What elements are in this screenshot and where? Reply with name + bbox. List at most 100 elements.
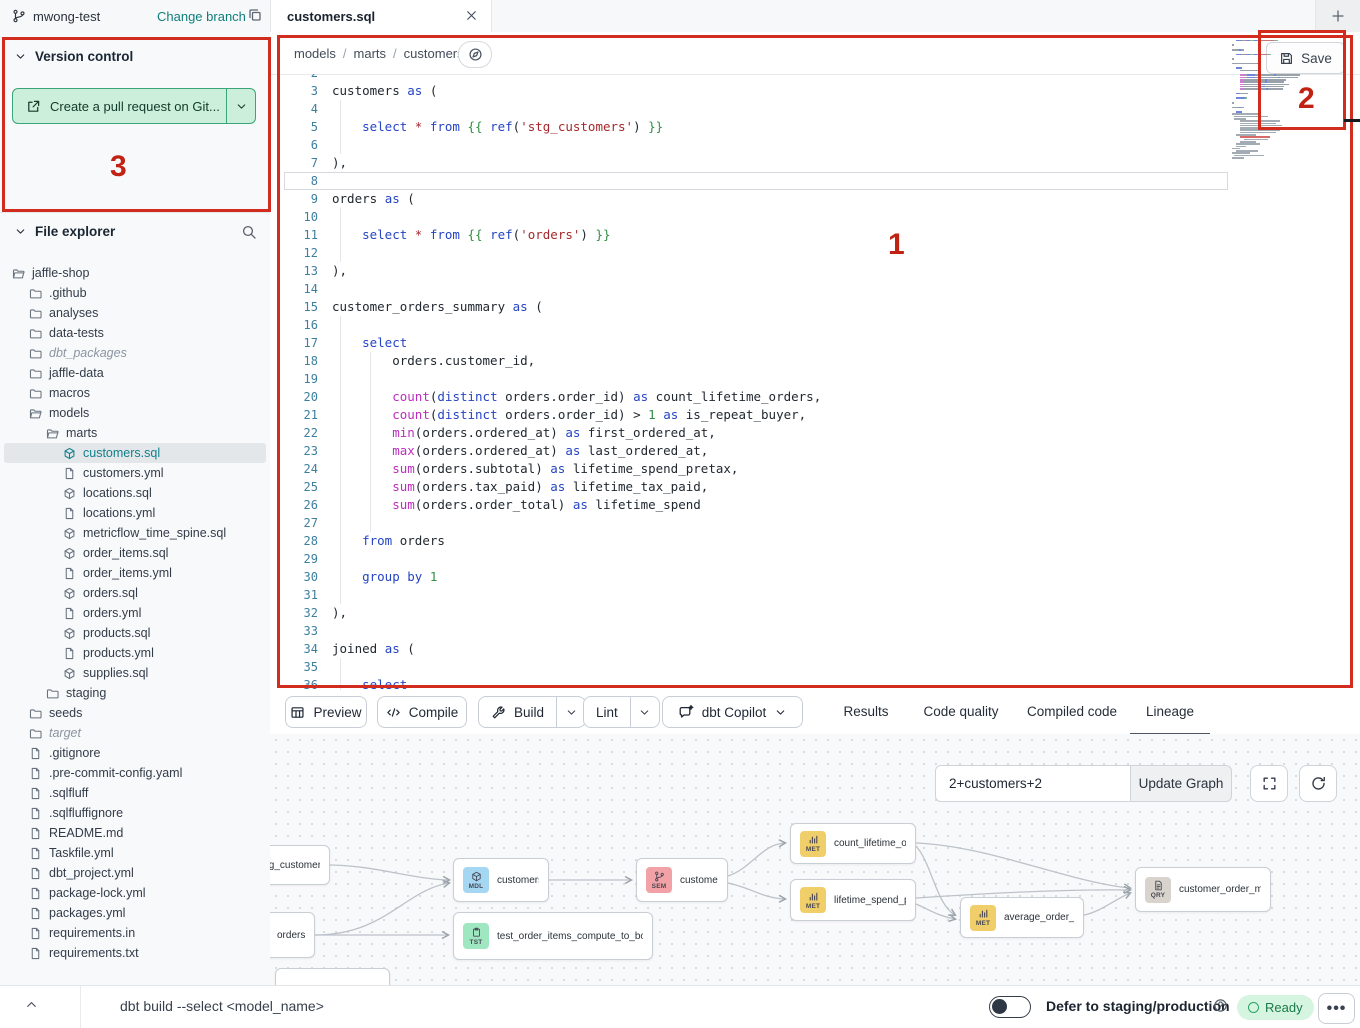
tree-item-locations.sql[interactable]: locations.sql [4,483,266,503]
code-line-5[interactable]: 5 select * from {{ ref('stg_customers') … [284,118,1228,136]
build-button[interactable]: Build [479,697,557,727]
graph-node-customers-semantic[interactable]: SEM customers [636,858,728,902]
tree-item-seeds[interactable]: seeds [4,703,266,723]
code-line-19[interactable]: 19 [284,370,1228,388]
graph-node-average-order-value[interactable]: MET average_order_value [960,897,1084,938]
tree-item-supplies.sql[interactable]: supplies.sql [4,663,266,683]
code-line-10[interactable]: 10 [284,208,1228,226]
tree-item-analyses[interactable]: analyses [4,303,266,323]
tree-item-.gitignore[interactable]: .gitignore [4,743,266,763]
help-icon[interactable] [1213,998,1228,1013]
graph-node-test-order-items[interactable]: TST test_order_items_compute_to_bools... [453,912,653,960]
code-line-25[interactable]: 25 sum(orders.tax_paid) as lifetime_tax_… [284,478,1228,496]
tree-item-locations.yml[interactable]: locations.yml [4,503,266,523]
create-pr-button[interactable]: Create a pull request on Git... [12,88,256,124]
update-graph-button[interactable]: Update Graph [1130,765,1232,802]
graph-node-lifetime-spend-pretax[interactable]: MET lifetime_spend_pretax [790,879,916,921]
tree-item-.github[interactable]: .github [4,283,266,303]
minimap[interactable] [1232,33,1332,160]
tree-item-orders.yml[interactable]: orders.yml [4,603,266,623]
code-line-14[interactable]: 14 [284,280,1228,298]
tree-item-.sqlfluffignore[interactable]: .sqlfluffignore [4,803,266,823]
code-line-15[interactable]: 15customer_orders_summary as ( [284,298,1228,316]
change-branch-link[interactable]: Change branch [157,0,246,32]
code-line-6[interactable]: 6 [284,136,1228,154]
code-line-16[interactable]: 16 [284,316,1228,334]
graph-node-orders[interactable]: orders [270,912,315,958]
code-line-35[interactable]: 35 [284,658,1228,676]
tree-item-jaffle-shop[interactable]: jaffle-shop [4,263,266,283]
code-editor[interactable]: 23customers as (45 select * from {{ ref(… [284,74,1228,690]
code-line-3[interactable]: 3customers as ( [284,82,1228,100]
tree-item-requirements.txt[interactable]: requirements.txt [4,943,266,963]
search-icon[interactable] [241,224,257,240]
lint-button[interactable]: Lint [584,697,631,727]
tree-item-requirements.in[interactable]: requirements.in [4,923,266,943]
tab-results[interactable]: Results [836,690,896,733]
tree-item-Taskfile.yml[interactable]: Taskfile.yml [4,843,266,863]
tree-item-products.yml[interactable]: products.yml [4,643,266,663]
model-health-button[interactable] [458,41,492,68]
tree-item-metricflow_time_spine.sql[interactable]: metricflow_time_spine.sql [4,523,266,543]
code-line-24[interactable]: 24 sum(orders.subtotal) as lifetime_spen… [284,460,1228,478]
code-line-31[interactable]: 31 [284,586,1228,604]
code-line-2[interactable]: 2 [284,74,1228,82]
code-line-29[interactable]: 29 [284,550,1228,568]
tree-item-order_items.sql[interactable]: order_items.sql [4,543,266,563]
code-line-4[interactable]: 4 [284,100,1228,118]
tree-item-packages.yml[interactable]: packages.yml [4,903,266,923]
code-line-20[interactable]: 20 count(distinct orders.order_id) as co… [284,388,1228,406]
tab-compiled-code[interactable]: Compiled code [1018,690,1126,733]
tree-item-.pre-commit-config.yaml[interactable]: .pre-commit-config.yaml [4,763,266,783]
tree-item-dbt_project.yml[interactable]: dbt_project.yml [4,863,266,883]
more-options-button[interactable]: ••• [1318,993,1355,1024]
lint-dropdown[interactable] [631,697,659,727]
breadcrumb-models[interactable]: models [294,46,336,61]
code-line-26[interactable]: 26 sum(orders.order_total) as lifetime_s… [284,496,1228,514]
close-icon[interactable] [464,8,479,23]
graph-node-partial[interactable] [275,968,390,985]
tree-item-macros[interactable]: macros [4,383,266,403]
tree-item-staging[interactable]: staging [4,683,266,703]
lineage-selector-input[interactable]: 2+customers+2 [935,765,1131,802]
code-line-22[interactable]: 22 min(orders.ordered_at) as first_order… [284,424,1228,442]
graph-node-customers-model[interactable]: MDL customers [453,858,549,902]
ready-status-badge[interactable]: Ready [1237,995,1314,1020]
tree-item-order_items.yml[interactable]: order_items.yml [4,563,266,583]
code-line-9[interactable]: 9orders as ( [284,190,1228,208]
tree-item-models[interactable]: models [4,403,266,423]
code-line-12[interactable]: 12 [284,244,1228,262]
breadcrumb-marts[interactable]: marts [354,46,387,61]
code-line-13[interactable]: 13), [284,262,1228,280]
tree-item-README.md[interactable]: README.md [4,823,266,843]
tab-customers-sql[interactable]: customers.sql [270,0,492,32]
code-line-7[interactable]: 7), [284,154,1228,172]
code-line-33[interactable]: 33 [284,622,1228,640]
code-line-23[interactable]: 23 max(orders.ordered_at) as last_ordere… [284,442,1228,460]
chevron-up-icon[interactable] [24,997,39,1012]
code-line-8[interactable]: 8 [284,172,1228,190]
dbt-copilot-button[interactable]: dbt Copilot [662,696,803,728]
code-line-17[interactable]: 17 select [284,334,1228,352]
build-dropdown[interactable] [557,697,585,727]
tree-item-jaffle-data[interactable]: jaffle-data [4,363,266,383]
copy-icon[interactable] [247,7,263,23]
tree-item-dbt_packages[interactable]: dbt_packages [4,343,266,363]
branch-indicator[interactable]: mwong-test [12,0,100,32]
file-explorer-header[interactable]: File explorer [14,224,115,239]
tree-item-customers.yml[interactable]: customers.yml [4,463,266,483]
code-line-30[interactable]: 30 group by 1 [284,568,1228,586]
defer-toggle[interactable] [989,996,1031,1018]
code-line-18[interactable]: 18 orders.customer_id, [284,352,1228,370]
tree-item-data-tests[interactable]: data-tests [4,323,266,343]
preview-button[interactable]: Preview [285,696,367,728]
tree-item-.sqlfluff[interactable]: .sqlfluff [4,783,266,803]
compile-button[interactable]: Compile [377,696,467,728]
code-line-27[interactable]: 27 [284,514,1228,532]
tab-lineage[interactable]: Lineage [1130,690,1210,736]
tab-code-quality[interactable]: Code quality [911,690,1011,733]
tree-item-target[interactable]: target [4,723,266,743]
code-line-36[interactable]: 36 select [284,676,1228,690]
code-line-11[interactable]: 11 select * from {{ ref('orders') }} [284,226,1228,244]
graph-node-customer-order-metrics[interactable]: QRY customer_order_metrics [1135,867,1271,912]
